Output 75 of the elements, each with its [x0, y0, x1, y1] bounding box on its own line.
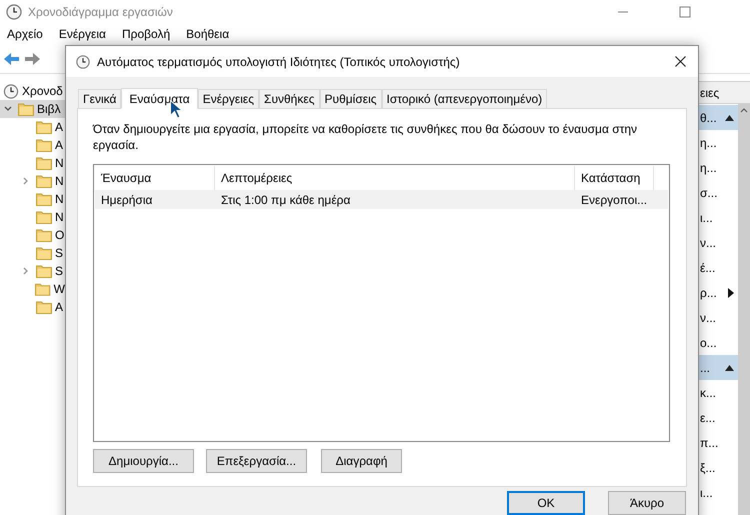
- action-item[interactable]: ...: [700, 358, 710, 376]
- tab[interactable]: Ρυθμίσεις: [320, 89, 382, 108]
- back-arrow-icon[interactable]: [3, 52, 20, 66]
- folder-icon: [36, 192, 52, 206]
- clock-icon: [76, 54, 90, 68]
- dialog-button[interactable]: Επεξεργασία...: [206, 449, 307, 473]
- action-item[interactable]: ι...: [700, 208, 713, 226]
- tab[interactable]: Γενικά: [78, 89, 122, 108]
- folder-icon: [36, 246, 52, 260]
- action-item[interactable]: έ...: [700, 258, 716, 276]
- close-icon[interactable]: [675, 56, 686, 67]
- tab[interactable]: Ενέργειες: [198, 89, 260, 108]
- tree-item[interactable]: Χρονοδ: [0, 82, 65, 100]
- tree-item[interactable]: A: [0, 136, 65, 154]
- table-cell-text: Ενεργοποι...: [580, 192, 648, 208]
- action-item[interactable]: ι...: [700, 484, 713, 502]
- tree-item[interactable]: N: [0, 190, 65, 208]
- action-item[interactable]: ν...: [700, 234, 716, 252]
- action-item[interactable]: ρ...: [700, 284, 717, 302]
- action-item[interactable]: η...: [700, 158, 717, 176]
- folder-icon: [36, 156, 52, 170]
- tree-item[interactable]: O: [0, 226, 65, 244]
- action-item[interactable]: σ...: [700, 184, 718, 202]
- clock-icon: [6, 4, 22, 20]
- submenu-arrow-icon: [728, 288, 734, 298]
- action-item[interactable]: ξ...: [700, 458, 716, 476]
- menu-item[interactable]: Ενέργεια: [58, 25, 106, 43]
- action-item[interactable]: ο...: [700, 334, 717, 352]
- folder-icon: [36, 174, 52, 188]
- folder-icon: [36, 120, 52, 134]
- table-row[interactable]: Ημερήσια Στις 1:00 πμ κάθε ημέρα Ενεργοποι...: [95, 190, 668, 209]
- description-text: Όταν δημιουργείτε μια εργασία, μπορείτε να καθορίσετε τις συνθήκες που θα δώσουν το έναυσμα στην εργασία.: [93, 121, 638, 153]
- tree-item[interactable]: W: [0, 280, 65, 298]
- tree-item[interactable]: N: [0, 208, 65, 226]
- tree-item[interactable]: A: [0, 118, 65, 136]
- folder-icon: [36, 228, 52, 242]
- scroll-up-icon[interactable]: [740, 106, 748, 114]
- table-cell-text: Στις 1:00 πμ κάθε ημέρα: [220, 192, 352, 208]
- folder-icon: [36, 300, 52, 314]
- folder-icon: [36, 210, 52, 224]
- clock-icon: [3, 84, 19, 98]
- action-item[interactable]: ν...: [700, 308, 716, 326]
- dialog-button[interactable]: Διαγραφή: [321, 449, 402, 473]
- action-item[interactable]: η...: [700, 134, 717, 152]
- forward-arrow-icon[interactable]: [24, 52, 41, 66]
- action-item[interactable]: ε...: [700, 408, 716, 426]
- dialog-button[interactable]: Δημιουργία...: [93, 449, 194, 473]
- action-item[interactable]: κ...: [700, 384, 716, 402]
- ok-button[interactable]: OK: [507, 491, 585, 515]
- tab[interactable]: Ιστορικό (απενεργοποιημένο): [382, 89, 548, 108]
- cancel-button[interactable]: Άκυρο: [608, 491, 686, 515]
- tree-item[interactable]: Βιβλ: [0, 100, 65, 118]
- tree-item[interactable]: N: [0, 172, 65, 190]
- window-title: Χρονοδιάγραμμα εργασιών: [28, 4, 173, 21]
- tree-item[interactable]: S: [0, 262, 65, 280]
- maximize-icon[interactable]: [679, 6, 691, 18]
- scrollbar[interactable]: [738, 104, 750, 515]
- collapse-icon[interactable]: [725, 114, 734, 120]
- folder-icon: [36, 138, 52, 152]
- tab[interactable]: Συνθήκες: [259, 89, 320, 108]
- menu-item[interactable]: Βοήθεια: [186, 25, 230, 43]
- tree-item[interactable]: S: [0, 244, 65, 262]
- action-item[interactable]: π...: [700, 434, 718, 452]
- menu-item[interactable]: Προβολή: [122, 25, 170, 43]
- dialog-title: Αυτόματος τερματισμός υπολογιστή Ιδιότητες (Τοπικός υπολογιστής): [97, 54, 461, 70]
- collapse-icon[interactable]: [725, 364, 734, 370]
- pane-header: ειες: [700, 84, 720, 102]
- menu-item[interactable]: Αρχείο: [7, 25, 43, 43]
- folder-icon: [18, 102, 34, 116]
- tree-item[interactable]: A: [0, 298, 65, 316]
- table-cell-text: Ημερήσια: [100, 192, 154, 208]
- folder-icon: [36, 264, 52, 278]
- tree-item[interactable]: N: [0, 154, 65, 172]
- tab[interactable]: Εναύσματα: [121, 88, 198, 109]
- folder-icon: [35, 282, 51, 296]
